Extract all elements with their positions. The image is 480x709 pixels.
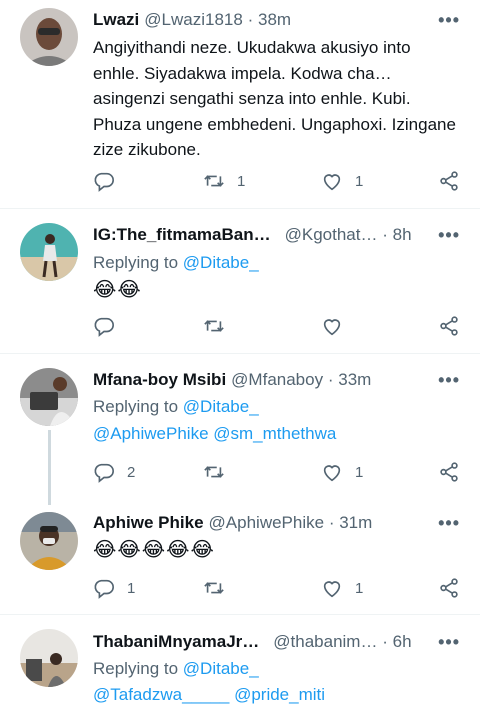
retweet-icon xyxy=(204,320,224,332)
share-icon xyxy=(440,316,458,336)
tweet-header: IG:The_fitmamaBan… @Kgothat… · 8h xyxy=(93,223,460,247)
reply-count: 1 xyxy=(127,579,136,597)
handle[interactable]: @thabanim… xyxy=(273,632,377,651)
tweet-text: 😂😂😂😂😂 xyxy=(93,539,215,561)
separator: · xyxy=(328,513,335,532)
retweet-icon xyxy=(204,582,224,594)
reply-button[interactable]: 1 xyxy=(93,576,135,600)
retweet-button[interactable] xyxy=(203,314,237,338)
tweet-actions xyxy=(93,314,460,338)
timestamp[interactable]: 8h xyxy=(393,225,412,244)
share-button[interactable] xyxy=(438,169,460,193)
tweet[interactable]: Mfana-boy Msibi @Mfanaboy · 33m ••• Repl… xyxy=(0,354,480,500)
display-name[interactable]: IG:The_fitmamaBan… xyxy=(93,223,271,247)
retweet-button[interactable]: 1 xyxy=(203,169,245,193)
replying-to: Replying to @Ditabe_ xyxy=(93,250,259,276)
tweet-actions: 2 1 xyxy=(93,460,460,484)
heart-icon xyxy=(323,174,341,191)
handle[interactable]: @Lwazi1818 xyxy=(144,10,243,29)
tweet[interactable]: IG:The_fitmamaBan… @Kgothat… · 8h ••• Re… xyxy=(0,209,480,353)
reply-button[interactable] xyxy=(93,314,127,338)
reply-button[interactable] xyxy=(93,169,127,193)
mention-link[interactable]: @Ditabe_ xyxy=(183,253,259,272)
share-icon xyxy=(440,578,458,598)
like-count: 1 xyxy=(355,579,364,597)
mention-link[interactable]: @Tafadzwa_____ @pride_miti xyxy=(93,682,325,708)
tweet-actions: 1 1 xyxy=(93,169,460,193)
reply-icon xyxy=(94,172,114,192)
heart-icon xyxy=(323,465,341,482)
avatar[interactable] xyxy=(20,8,78,66)
replying-prefix: Replying to xyxy=(93,659,179,678)
timestamp[interactable]: 38m xyxy=(258,10,291,29)
heart-icon xyxy=(323,319,341,336)
reply-icon xyxy=(94,317,114,337)
avatar[interactable] xyxy=(20,512,78,570)
retweet-count: 1 xyxy=(237,172,246,190)
share-icon xyxy=(440,171,458,191)
heart-icon xyxy=(323,581,341,598)
timestamp[interactable]: 33m xyxy=(338,370,371,389)
reply-button[interactable]: 2 xyxy=(93,460,135,484)
display-name[interactable]: ThabaniMnyamaJr… xyxy=(93,630,259,654)
like-button[interactable]: 1 xyxy=(321,169,363,193)
tweet-actions: 1 1 xyxy=(93,576,460,600)
separator: · xyxy=(247,10,254,29)
tweet-header: ThabaniMnyamaJr… @thabanim… · 6h xyxy=(93,630,460,654)
tweet[interactable]: ThabaniMnyamaJr… @thabanim… · 6h ••• Rep… xyxy=(0,615,480,709)
display-name[interactable]: Mfana-boy Msibi xyxy=(93,368,226,392)
avatar[interactable] xyxy=(20,368,78,426)
display-name[interactable]: Lwazi xyxy=(93,8,139,32)
more-icon[interactable]: ••• xyxy=(438,513,460,533)
mention-link[interactable]: @Ditabe_ xyxy=(183,397,259,416)
reply-icon xyxy=(94,579,114,599)
avatar[interactable] xyxy=(20,629,78,687)
handle[interactable]: @AphiwePhike xyxy=(209,513,325,532)
tweet-header: Aphiwe Phike @AphiwePhike · 31m xyxy=(93,511,460,535)
retweet-button[interactable] xyxy=(203,576,237,600)
display-name[interactable]: Aphiwe Phike xyxy=(93,511,204,535)
handle[interactable]: @Mfanaboy xyxy=(231,370,323,389)
like-count: 1 xyxy=(355,172,364,190)
share-button[interactable] xyxy=(438,314,460,338)
more-icon[interactable]: ••• xyxy=(438,370,460,390)
reply-count: 2 xyxy=(127,463,136,481)
more-icon[interactable]: ••• xyxy=(438,632,460,652)
timestamp[interactable]: 31m xyxy=(339,513,372,532)
tweet[interactable]: Lwazi @Lwazi1818 · 38m ••• Angiyithandi … xyxy=(0,0,480,208)
handle[interactable]: @Kgothat… xyxy=(285,225,378,244)
retweet-button[interactable] xyxy=(203,460,237,484)
share-icon xyxy=(440,462,458,482)
separator: · xyxy=(382,225,388,244)
like-button[interactable] xyxy=(321,314,355,338)
tweet-text: Angiyithandi neze. Ukudakwa akusiyo into… xyxy=(93,38,456,160)
replying-prefix: Replying to xyxy=(93,253,179,272)
tweet[interactable]: Aphiwe Phike @AphiwePhike · 31m ••• 😂😂😂😂… xyxy=(0,500,480,614)
timestamp[interactable]: 6h xyxy=(393,632,412,651)
mention-link[interactable]: @Ditabe_ xyxy=(183,659,259,678)
more-icon[interactable]: ••• xyxy=(438,10,460,30)
reply-icon xyxy=(94,463,114,483)
replying-to: Replying to @Ditabe_ xyxy=(93,656,259,682)
separator: · xyxy=(382,632,388,651)
retweet-icon xyxy=(204,175,224,187)
retweet-icon xyxy=(204,466,224,478)
share-button[interactable] xyxy=(438,576,460,600)
like-button[interactable]: 1 xyxy=(321,460,363,484)
like-count: 1 xyxy=(355,463,364,481)
tweet-text: 😂😂 xyxy=(93,279,142,301)
separator: · xyxy=(327,370,334,389)
more-icon[interactable]: ••• xyxy=(438,225,460,245)
replying-prefix: Replying to xyxy=(93,397,179,416)
like-button[interactable]: 1 xyxy=(321,576,363,600)
tweet-header: Mfana-boy Msibi @Mfanaboy · 33m xyxy=(93,368,460,392)
share-button[interactable] xyxy=(438,460,460,484)
tweet-header: Lwazi @Lwazi1818 · 38m xyxy=(93,8,460,32)
mention-link[interactable]: @AphiwePhike @sm_mthethwa xyxy=(93,421,336,447)
replying-to: Replying to @Ditabe_ xyxy=(93,394,259,420)
avatar[interactable] xyxy=(20,223,78,281)
